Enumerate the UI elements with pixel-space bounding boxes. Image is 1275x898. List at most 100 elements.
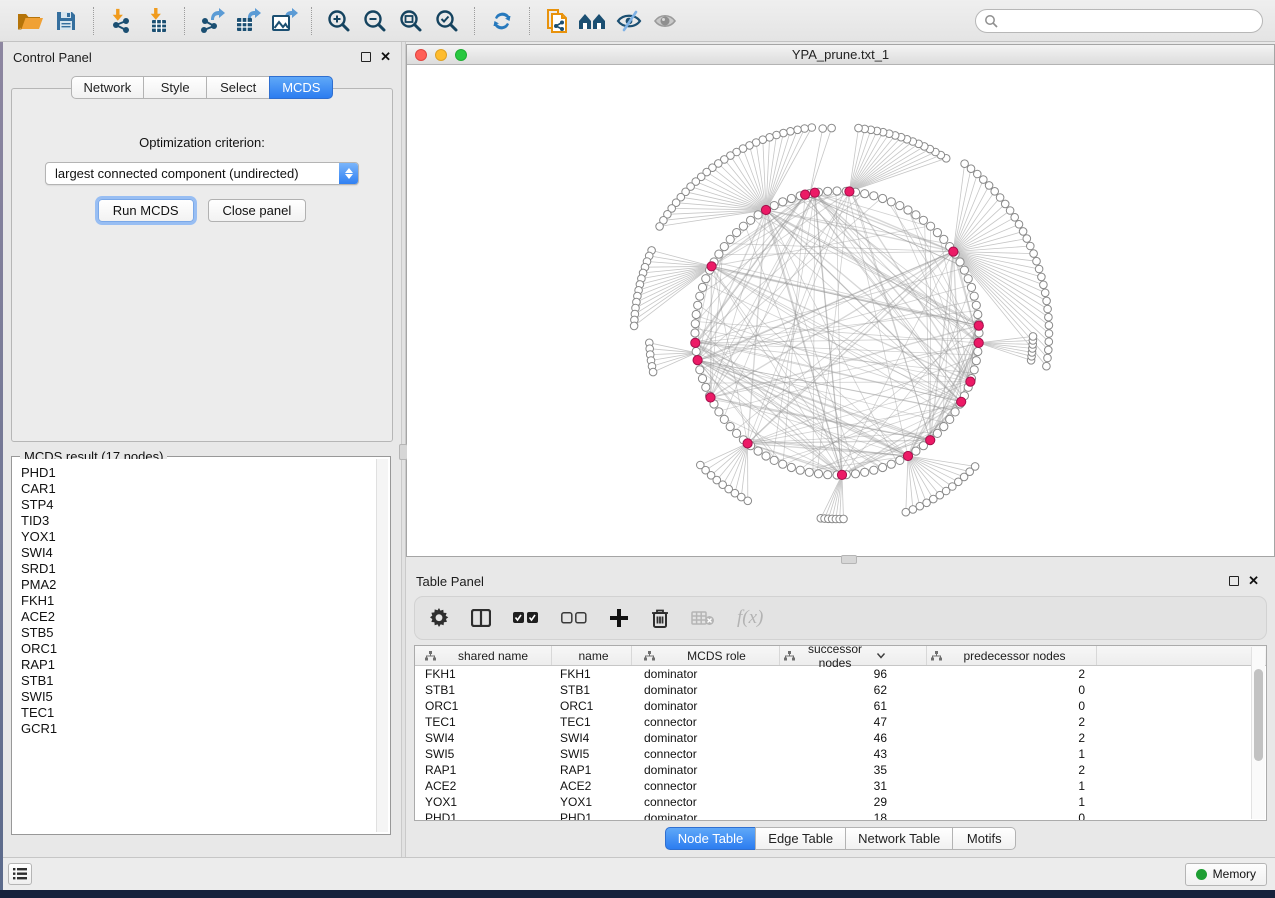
float-window-icon[interactable] [361,52,371,62]
mcds-result-item[interactable]: TEC1 [21,705,376,721]
tab-network-table[interactable]: Network Table [845,827,953,850]
table-cell: ACE2 [552,779,632,793]
close-panel-button[interactable]: Close panel [208,199,307,222]
tab-select[interactable]: Select [206,76,270,99]
mcds-result-item[interactable]: RAP1 [21,657,376,673]
mcds-result-item[interactable]: CAR1 [21,481,376,497]
tab-edge-table[interactable]: Edge Table [755,827,846,850]
table-scrollbar[interactable] [1251,647,1265,819]
task-history-button[interactable] [8,863,32,885]
table-row[interactable]: SWI5SWI5connector431 [415,746,1266,762]
table-row[interactable]: TEC1TEC1connector472 [415,714,1266,730]
export-table-icon[interactable] [230,5,266,37]
vertical-splitter[interactable] [401,42,406,857]
mcds-result-item[interactable]: ACE2 [21,609,376,625]
zoom-in-icon[interactable] [321,5,357,37]
mcds-result-item[interactable]: GCR1 [21,721,376,737]
import-network-icon[interactable] [103,5,139,37]
table-row[interactable]: ORC1ORC1dominator610 [415,698,1266,714]
deselect-all-icon[interactable] [561,612,587,624]
zoom-fit-icon[interactable] [393,5,429,37]
mcds-result-item[interactable]: SRD1 [21,561,376,577]
table-row[interactable]: PHD1PHD1dominator180 [415,810,1266,820]
column-header-MCDS-role[interactable]: MCDS role [632,646,780,665]
table-cell: 0 [927,699,1097,713]
add-column-icon[interactable] [609,608,629,628]
scrollbar-thumb[interactable] [1254,669,1263,761]
zoom-out-icon[interactable] [357,5,393,37]
table-cell: dominator [632,763,780,777]
result-list-scrollbar[interactable] [376,459,388,832]
mcds-result-item[interactable]: ORC1 [21,641,376,657]
splitter-handle[interactable] [841,555,857,564]
mcds-tab-content: Optimization criterion: largest connecte… [11,88,393,442]
hide-selection-icon[interactable] [611,5,647,37]
table-cell: 1 [927,779,1097,793]
column-header-name[interactable]: name [552,646,632,665]
column-header-shared-name[interactable]: shared name [415,646,552,665]
save-icon[interactable] [48,5,84,37]
table-row[interactable]: ACE2ACE2connector311 [415,778,1266,794]
optimization-criterion-select[interactable]: largest connected component (undirected) [45,162,359,185]
table-row[interactable]: SWI4SWI4dominator462 [415,730,1266,746]
table-cell: dominator [632,811,780,820]
zoom-selected-icon[interactable] [429,5,465,37]
search-box[interactable] [975,9,1263,33]
table-cell: dominator [632,683,780,697]
mcds-result-item[interactable]: YOX1 [21,529,376,545]
toolbar-separator [93,7,94,35]
close-icon[interactable]: ✕ [1248,576,1259,586]
table-row[interactable]: FKH1FKH1dominator962 [415,666,1266,682]
horizontal-splitter[interactable] [406,557,1275,566]
control-panel-title: Control Panel [13,50,92,65]
open-folder-icon[interactable] [12,5,48,37]
table-cell: RAP1 [415,763,552,777]
delete-icon[interactable] [651,608,669,628]
export-image-icon[interactable] [266,5,302,37]
first-neighbors-icon[interactable] [575,5,611,37]
mcds-result-item[interactable]: PMA2 [21,577,376,593]
table-row[interactable]: YOX1YOX1connector291 [415,794,1266,810]
table-cell: 0 [927,683,1097,697]
table-row[interactable]: STB1STB1dominator620 [415,682,1266,698]
mcds-result-item[interactable]: TID3 [21,513,376,529]
mcds-result-item[interactable]: PHD1 [21,465,376,481]
gear-icon[interactable] [429,608,449,628]
control-panel: Control Panel ✕ NetworkStyleSelectMCDS O… [0,42,401,857]
column-header-successor-nodes[interactable]: successor nodes [780,646,927,665]
tab-style[interactable]: Style [143,76,207,99]
mcds-result-item[interactable]: STB5 [21,625,376,641]
new-network-from-selection-icon[interactable] [539,5,575,37]
mcds-result-item[interactable]: SWI5 [21,689,376,705]
mcds-result-item[interactable]: STB1 [21,673,376,689]
tab-mcds[interactable]: MCDS [269,76,333,99]
table-cell: 46 [780,731,927,745]
float-window-icon[interactable] [1229,576,1239,586]
refresh-icon[interactable] [484,5,520,37]
network-canvas[interactable] [407,65,1274,556]
table-row[interactable]: RAP1RAP1dominator352 [415,762,1266,778]
select-all-icon[interactable] [513,612,539,624]
mcds-result-item[interactable]: SWI4 [21,545,376,561]
run-mcds-button[interactable]: Run MCDS [98,199,194,222]
tab-node-table[interactable]: Node Table [665,827,757,850]
mcds-result-item[interactable]: FKH1 [21,593,376,609]
destroy-table-icon [691,610,715,626]
export-network-icon[interactable] [194,5,230,37]
import-table-icon[interactable] [139,5,175,37]
network-graph[interactable] [407,65,1267,556]
tab-network[interactable]: Network [71,76,145,99]
mcds-result-item[interactable]: STP4 [21,497,376,513]
table-cell: YOX1 [552,795,632,809]
network-window-titlebar[interactable]: YPA_prune.txt_1 [407,45,1274,65]
split-column-icon[interactable] [471,609,491,627]
column-header-predecessor-nodes[interactable]: predecessor nodes [927,646,1097,665]
table-cell: ORC1 [552,699,632,713]
tab-motifs[interactable]: Motifs [952,827,1016,850]
select-arrows-icon [339,163,358,184]
close-icon[interactable]: ✕ [380,52,391,62]
memory-button[interactable]: Memory [1185,863,1267,886]
network-view-panel: YPA_prune.txt_1 [406,44,1275,557]
desktop-edge [0,42,3,890]
search-input[interactable] [998,14,1254,28]
